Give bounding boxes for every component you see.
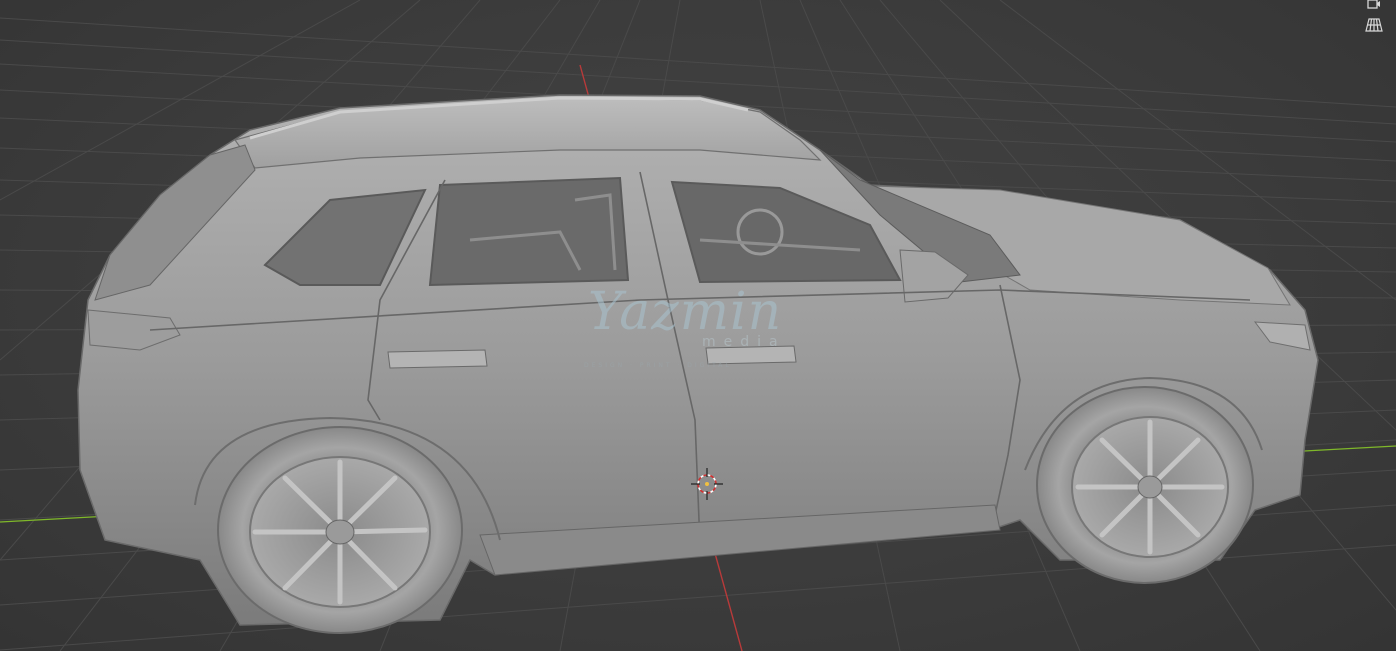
- car-model[interactable]: [77, 94, 1319, 634]
- front-door-handle[interactable]: [705, 345, 797, 365]
- viewport-scene[interactable]: [0, 0, 1396, 651]
- rear-door-window[interactable]: [428, 176, 630, 287]
- 3d-viewport[interactable]: Yazmin media DESIGN · PRINT · DIGITAL: [0, 0, 1396, 651]
- camera-icon[interactable]: [1362, 0, 1386, 14]
- rear-door-handle[interactable]: [387, 349, 488, 369]
- orthographic-grid-icon[interactable]: [1362, 14, 1386, 36]
- rear-wheel[interactable]: [217, 426, 463, 634]
- front-wheel[interactable]: [1036, 386, 1254, 584]
